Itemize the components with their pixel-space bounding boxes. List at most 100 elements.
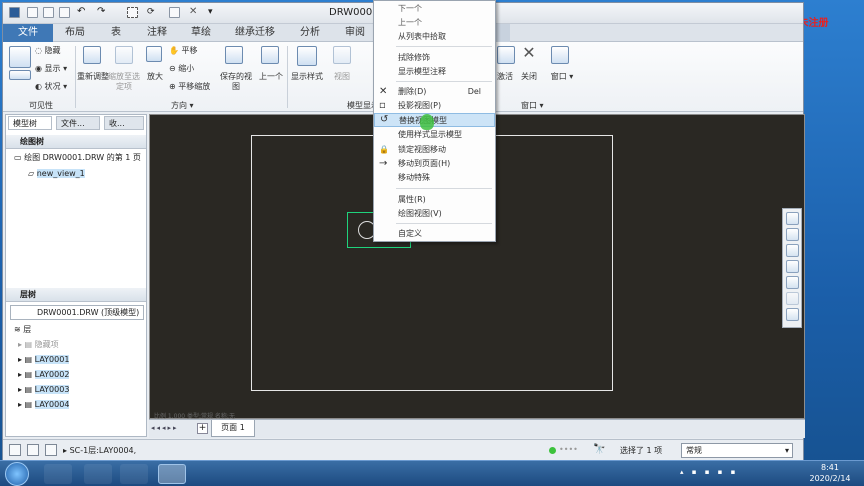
tab-model-tree[interactable]: 模型树 xyxy=(8,116,52,130)
start-button[interactable] xyxy=(5,462,29,486)
display-style-icon[interactable] xyxy=(297,46,317,66)
previous-view-button[interactable]: 上一个 xyxy=(257,72,285,82)
zoom-out-button[interactable]: ⊖ 缩小 xyxy=(169,64,194,74)
menu-show-model-annotations[interactable]: 显示模型注释 xyxy=(374,65,495,79)
tray-icons[interactable]: ▴ ▪ ▪ ▪ ▪ xyxy=(680,468,800,480)
app-icon[interactable] xyxy=(9,7,20,18)
tab-file[interactable]: 文件 xyxy=(3,24,53,42)
group-orientation-label[interactable]: 方向 ▾ xyxy=(171,100,194,111)
tab-favorites[interactable]: 收... xyxy=(104,116,144,130)
browser-toggle-icon[interactable] xyxy=(27,444,39,456)
tab-analysis[interactable]: 分析 xyxy=(290,24,330,42)
undo-icon[interactable]: ↶ xyxy=(77,7,88,18)
zoom-out-icon[interactable] xyxy=(786,244,799,257)
close-view-icon[interactable]: ✕ xyxy=(189,7,200,18)
new-file-icon[interactable] xyxy=(27,7,38,18)
menu-properties[interactable]: 属性(R) xyxy=(374,193,495,207)
repaint-icon[interactable] xyxy=(83,46,101,64)
redo-icon[interactable]: ↷ xyxy=(97,7,108,18)
layer-item[interactable]: ▸ ▤ LAY0003 xyxy=(18,384,70,396)
close-window-button[interactable]: 关闭 xyxy=(517,72,541,82)
view-manager-icon[interactable] xyxy=(333,46,351,64)
menu-erase-cosmetic[interactable]: 拭除修饰 xyxy=(374,51,495,65)
drawing-tree-header[interactable]: 绘图树 xyxy=(6,135,146,149)
layer-model-select[interactable]: DRW0001.DRW (顶级模型) xyxy=(10,305,144,320)
menu-drawing-view[interactable]: 绘图视图(V) xyxy=(374,207,495,221)
menu-previous[interactable]: 上一个 xyxy=(374,16,495,30)
windows-icon[interactable] xyxy=(169,7,180,18)
layer-tree-header[interactable]: 层树 xyxy=(6,288,146,302)
window-menu-button[interactable]: 窗口 ▾ xyxy=(547,72,577,82)
pan-zoom-button[interactable]: ⊕ 平移缩放 xyxy=(169,82,210,92)
tab-sketch[interactable]: 草绘 xyxy=(181,24,221,42)
select-box-icon[interactable] xyxy=(127,7,138,18)
zoom-in-icon[interactable] xyxy=(786,228,799,241)
regenerate-icon[interactable]: ⟳ xyxy=(147,7,158,18)
menu-customize[interactable]: 自定义 xyxy=(374,227,495,241)
menu-move-to-sheet[interactable]: → 移动到页面(H) xyxy=(374,157,495,171)
clock-date[interactable]: 2020/2/14 xyxy=(800,474,860,483)
find-icon[interactable]: 🔭 xyxy=(593,444,605,456)
show-button[interactable]: ◉ 显示 ▾ xyxy=(35,64,67,74)
brush-app-icon[interactable] xyxy=(84,464,112,484)
ie-browser-icon[interactable] xyxy=(120,464,148,484)
menu-projection-view[interactable]: ▫ 投影视图(P) xyxy=(374,99,495,113)
pan-button[interactable]: ✋ 平移 xyxy=(169,46,198,56)
menu-pick-from-list[interactable]: 从列表中拾取 xyxy=(374,30,495,44)
tab-folder-browser[interactable]: 文件... xyxy=(56,116,100,130)
view-manager-button[interactable]: 视图 xyxy=(327,72,357,82)
menu-move-special[interactable]: 移动特殊 xyxy=(374,171,495,185)
recorder-app-icon[interactable] xyxy=(44,464,72,484)
repaint-button[interactable]: 重新调整 xyxy=(77,72,109,82)
add-page-icon[interactable]: + xyxy=(197,423,208,434)
selection-filter-select[interactable]: 常规 ▾ xyxy=(681,443,793,458)
annotation-display-icon[interactable] xyxy=(786,308,799,321)
group-window-label[interactable]: 窗口 ▾ xyxy=(521,100,544,111)
zoom-selected-icon[interactable] xyxy=(115,46,133,64)
saved-view-button[interactable]: 保存的视图 xyxy=(219,72,253,92)
activate-button[interactable]: 激活 xyxy=(493,72,517,82)
window-icon[interactable] xyxy=(551,46,569,64)
refit-icon[interactable] xyxy=(786,212,799,225)
drawing-tree-root[interactable]: ▭ 绘图 DRW0001.DRW 的第 1 页 xyxy=(14,152,141,164)
layer-item[interactable]: ▸ ▤ LAY0004 xyxy=(18,399,70,411)
zoom-in-icon[interactable] xyxy=(146,46,162,62)
drawing-tree-view[interactable]: ▱ new_view_1 xyxy=(28,168,85,180)
tab-legacy-migration[interactable]: 继承迁移 xyxy=(225,24,285,42)
display-style-button[interactable]: 显示样式 xyxy=(289,72,325,82)
layer-dropdown-icon[interactable] xyxy=(9,70,31,80)
fullscreen-icon[interactable] xyxy=(45,444,57,456)
save-icon[interactable] xyxy=(59,7,70,18)
activate-icon[interactable] xyxy=(497,46,515,64)
tab-review[interactable]: 审阅 xyxy=(335,24,375,42)
layer-item[interactable]: ▸ ▤ LAY0001 xyxy=(18,354,70,366)
zoom-in-button[interactable]: 放大 xyxy=(145,72,165,82)
tab-annotate[interactable]: 注释 xyxy=(137,24,177,42)
navigator-toggle-icon[interactable] xyxy=(9,444,21,456)
menu-lock-view-movement[interactable]: 🔒 锁定视图移动 xyxy=(374,143,495,157)
menu-replace-view-model[interactable]: ↺ 替换视图模型 xyxy=(374,113,495,127)
page-tab[interactable]: 页面 1 xyxy=(211,420,255,437)
tab-layout[interactable]: 布局 xyxy=(55,24,95,42)
layer-item[interactable]: ▸ ▤ LAY0002 xyxy=(18,369,70,381)
close-window-icon[interactable]: ✕ xyxy=(520,44,538,62)
hide-button[interactable]: ◌ 隐藏 xyxy=(35,46,61,56)
qa-more-icon[interactable]: ▾ xyxy=(208,7,219,18)
layer-root[interactable]: ≋ 层 xyxy=(14,324,31,336)
menu-next[interactable]: 下一个 xyxy=(374,2,495,16)
previous-view-icon[interactable] xyxy=(261,46,279,64)
clock-time[interactable]: 8:41 xyxy=(800,463,860,472)
status-button[interactable]: ◐ 状况 ▾ xyxy=(35,82,67,92)
open-file-icon[interactable] xyxy=(43,7,54,18)
layer-icon[interactable] xyxy=(9,46,31,68)
zoom-to-selected-button[interactable]: 缩放至选定项 xyxy=(107,72,141,92)
saved-view-icon[interactable] xyxy=(225,46,243,64)
menu-display-with-style[interactable]: 使用样式显示模型 xyxy=(374,128,495,142)
display-style-icon[interactable] xyxy=(786,276,799,289)
menu-delete[interactable]: ✕ 删除(D) Del xyxy=(374,85,495,99)
tab-table[interactable]: 表 xyxy=(99,24,133,42)
repaint-icon[interactable] xyxy=(786,260,799,273)
layer-item[interactable]: ▸ ▤ 隐藏项 xyxy=(18,339,59,351)
page-nav-arrows-icon[interactable]: ◂◂◂▸▸ xyxy=(151,424,179,432)
saved-views-icon[interactable] xyxy=(786,292,799,305)
